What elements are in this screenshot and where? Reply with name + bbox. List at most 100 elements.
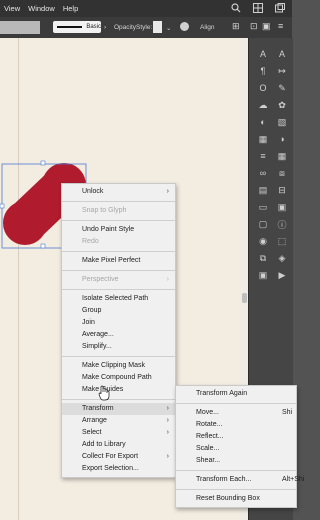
menu-item-average[interactable]: Average...	[62, 329, 175, 341]
menu-item-label: Make Clipping Mask	[82, 362, 146, 369]
menu-separator	[62, 220, 175, 221]
menu-item-snap-to-glyph: Snap to Glyph	[62, 205, 175, 217]
menu-item-collect-for-export[interactable]: Collect For Export ›	[62, 451, 175, 463]
menu-item-join[interactable]: Join	[62, 317, 175, 329]
transparency-icon[interactable]: ◑	[276, 133, 288, 145]
menu-item-shear[interactable]: Shear...	[176, 455, 296, 467]
menu-item-label: Reflect...	[196, 433, 224, 440]
transform-submenu: Transform Again Move... Shi Rotate... Reflec…	[175, 385, 304, 508]
menu-item-label: Redo	[82, 238, 99, 245]
actions-icon[interactable]: ▶	[276, 269, 288, 281]
artboard-edge	[18, 38, 19, 520]
opacity-label[interactable]: Opacity	[114, 24, 136, 31]
links-icon[interactable]: ∞	[257, 167, 269, 179]
menu-item-shortcut: Alt+Shi	[282, 476, 305, 483]
brushes-icon[interactable]: ✎	[276, 82, 288, 94]
menu-item-scale[interactable]: Scale...	[176, 443, 296, 455]
menu-window[interactable]: Window	[24, 4, 59, 13]
menu-item-label: Transform Again	[196, 390, 248, 397]
align-icon[interactable]: ⊟	[276, 184, 288, 196]
gradient-icon[interactable]: ▧	[276, 116, 288, 128]
menu-item-make-compound-path[interactable]: Make Compound Path	[62, 372, 175, 384]
menu-item-transform[interactable]: Transform ›	[62, 403, 175, 415]
navigator-icon[interactable]: ▣	[276, 201, 288, 213]
transform-icon[interactable]: ⊡	[250, 21, 258, 32]
swatches-icon[interactable]: ▦	[257, 133, 269, 145]
comments-icon[interactable]: ▭	[257, 201, 269, 213]
menu-item-add-to-library[interactable]: Add to Library	[62, 439, 175, 451]
menu-item-label: Rotate...	[196, 421, 223, 428]
menu-item-move[interactable]: Move... Shi	[176, 407, 296, 419]
menu-item-label: Arrange	[82, 417, 107, 424]
menu-item-rotate[interactable]: Rotate...	[176, 419, 296, 431]
menu-item-label: Snap to Glyph	[82, 207, 127, 214]
arrange-documents-icon[interactable]	[274, 2, 286, 14]
layers-icon[interactable]: ▤	[257, 184, 269, 196]
menu-item-transform-again[interactable]: Transform Again	[176, 388, 296, 400]
paragraph-icon[interactable]: ¶	[257, 65, 269, 77]
menu-item-group[interactable]: Group	[62, 305, 175, 317]
menu-item-simplify[interactable]: Simplify...	[62, 341, 175, 353]
recolor-icon[interactable]	[180, 22, 189, 31]
color-icon[interactable]: ◐	[257, 116, 269, 128]
menu-item-label: Scale...	[196, 445, 220, 452]
align-label[interactable]: Align	[200, 24, 214, 31]
asset-export-icon[interactable]: ⧉	[257, 252, 269, 264]
menu-item-make-clipping-mask[interactable]: Make Clipping Mask	[62, 360, 175, 372]
opentype-icon[interactable]: O	[257, 82, 269, 94]
stroke-preview-line	[57, 26, 83, 28]
menu-separator	[176, 489, 296, 490]
menu-item-isolate-selected-path[interactable]: Isolate Selected Path	[62, 293, 175, 305]
menu-item-label: Perspective	[82, 276, 119, 283]
menu-help[interactable]: Help	[59, 4, 82, 13]
style-chevron-icon[interactable]: ⌄	[166, 24, 171, 32]
graphic-styles-icon[interactable]: ▦	[276, 150, 288, 162]
search-icon[interactable]	[230, 2, 242, 14]
menu-item-reset-bounding-box[interactable]: Reset Bounding Box	[176, 493, 296, 505]
character-icon[interactable]: A	[257, 48, 269, 60]
fill-swatch[interactable]	[0, 21, 40, 34]
control-bar: Basic › Opacity Style: ⌄ Align ⊞ ⊡ ▣ ≡	[0, 17, 292, 39]
align-options-icon[interactable]: ⊞	[232, 21, 240, 32]
graphic-style-swatch[interactable]	[153, 21, 162, 33]
workspace-grid-icon[interactable]	[252, 2, 264, 14]
menu-item-make-pixel-perfect[interactable]: Make Pixel Perfect	[62, 255, 175, 267]
stroke-style-dropdown[interactable]: Basic	[53, 21, 101, 33]
menu-separator	[62, 201, 175, 202]
menu-item-label: Export Selection...	[82, 465, 139, 472]
submenu-arrow-icon: ›	[166, 417, 169, 424]
menu-item-label: Average...	[82, 331, 114, 338]
menu-item-make-guides[interactable]: Make Guides	[62, 384, 175, 396]
pathfinder-icon[interactable]: ⧈	[276, 167, 288, 179]
menu-item-label: Make Pixel Perfect	[82, 257, 141, 264]
submenu-arrow-icon: ›	[166, 453, 169, 460]
menu-item-undo-paint-style[interactable]: Undo Paint Style	[62, 224, 175, 236]
stroke-dropdown-chevron-icon[interactable]: ›	[104, 24, 106, 31]
stroke-icon[interactable]: ≡	[257, 150, 269, 162]
menu-item-label: Add to Library	[82, 441, 126, 448]
appearance-icon[interactable]: ◉	[257, 235, 269, 247]
menu-item-reflect[interactable]: Reflect...	[176, 431, 296, 443]
menu-view[interactable]: View	[0, 4, 24, 13]
menu-item-transform-each[interactable]: Transform Each... Alt+Shi	[176, 474, 304, 486]
symbols-icon[interactable]: ✿	[276, 99, 288, 111]
libraries-icon[interactable]: ☁	[257, 99, 269, 111]
menu-item-export-selection[interactable]: Export Selection...	[62, 463, 175, 475]
isolate-icon[interactable]: ▣	[262, 21, 271, 32]
artboards-icon[interactable]: ▢	[257, 218, 269, 230]
properties-icon[interactable]: ▣	[257, 269, 269, 281]
menu-item-label: Make Compound Path	[82, 374, 152, 381]
menu-item-unlock[interactable]: Unlock ›	[62, 186, 175, 198]
context-menu: Unlock › Snap to Glyph Undo Paint Style Redo…	[61, 183, 176, 478]
menu-item-label: Shear...	[196, 457, 221, 464]
info-icon[interactable]: ⓘ	[276, 218, 288, 230]
scrollbar-thumb[interactable]	[242, 293, 247, 303]
image-trace-icon[interactable]: ◈	[276, 252, 288, 264]
tabs-icon[interactable]: ↦	[276, 65, 288, 77]
transform-panel-icon[interactable]: ⬚	[276, 235, 288, 247]
menu-item-select[interactable]: Select ›	[62, 427, 175, 439]
glyphs-icon[interactable]: A	[276, 48, 288, 60]
menu-item-label: Select	[82, 429, 102, 436]
menu-item-arrange[interactable]: Arrange ›	[62, 415, 175, 427]
more-options-icon[interactable]: ≡	[278, 21, 283, 31]
